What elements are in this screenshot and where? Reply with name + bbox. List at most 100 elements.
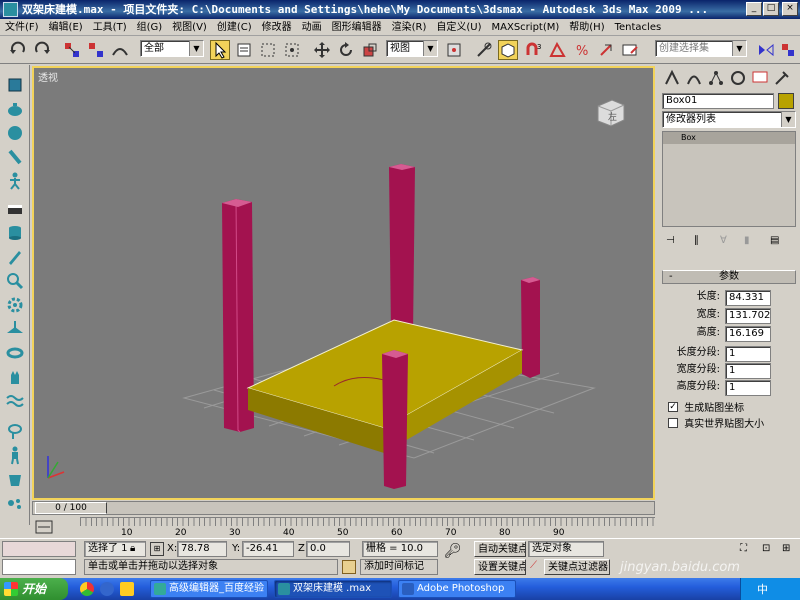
pin-stack-icon[interactable]: ⊣ — [666, 235, 682, 249]
plane-icon[interactable] — [5, 319, 25, 339]
menu-rendering[interactable]: 渲染(R) — [387, 19, 432, 35]
show-end-result-icon[interactable]: ∥ — [694, 235, 710, 249]
menu-edit[interactable]: 编辑(E) — [44, 19, 88, 35]
start-button[interactable]: 开始 — [0, 578, 68, 600]
configure-modifier-sets-icon[interactable]: ▤ — [770, 235, 786, 249]
hand-icon[interactable] — [5, 367, 25, 387]
move-icon[interactable] — [312, 40, 332, 60]
app-icon[interactable] — [3, 2, 18, 17]
open-mini-curve-editor-icon[interactable] — [34, 518, 54, 536]
x-coord-field[interactable]: 78.78 — [177, 541, 227, 557]
zoom-extents-icon[interactable]: ⛶ — [740, 543, 756, 557]
maxscript-mini-field[interactable] — [2, 559, 76, 575]
height-segments-field[interactable]: 1▲▼ — [725, 380, 771, 396]
particles-icon[interactable] — [5, 493, 25, 513]
lasso-icon[interactable] — [5, 421, 25, 441]
minimize-button[interactable]: _ — [746, 2, 762, 16]
menu-views[interactable]: 视图(V) — [167, 19, 212, 35]
modify-tab-icon[interactable] — [684, 68, 704, 88]
chrome-icon[interactable] — [80, 582, 94, 596]
named-selection-sets-field[interactable]: 创建选择集 ▼ — [655, 40, 747, 57]
window-crossing-icon[interactable] — [282, 40, 302, 60]
make-unique-icon[interactable]: ∀ — [720, 235, 736, 249]
character-icon[interactable] — [5, 445, 25, 465]
checkbox-checked-icon[interactable]: ✓ — [668, 401, 678, 412]
menu-animation[interactable]: 动画 — [297, 19, 327, 35]
stack-item-box[interactable]: Box — [663, 132, 795, 144]
menu-help[interactable]: 帮助(H) — [564, 19, 609, 35]
selection-filter-dropdown[interactable]: 全部 ▼ — [140, 40, 204, 57]
display-tab-icon[interactable] — [750, 68, 770, 88]
set-key-button[interactable]: 设置关键点 — [474, 559, 526, 575]
lock-icon[interactable]: 🔒︎ — [130, 543, 135, 554]
z-coord-field[interactable]: 0.0 — [306, 541, 350, 557]
undo-icon[interactable] — [8, 40, 28, 60]
modifier-list-dropdown[interactable]: 修改器列表 ▼ — [662, 111, 796, 128]
menu-group[interactable]: 组(G) — [132, 19, 168, 35]
track-bar[interactable]: 10 20 30 40 50 60 70 80 90 — [80, 517, 655, 538]
key-icon[interactable]: 🔑︎ — [444, 543, 470, 573]
maximize-button[interactable]: □ — [763, 2, 779, 16]
select-by-name-icon[interactable] — [234, 40, 254, 60]
width-field[interactable]: 131.702▲▼ — [725, 308, 771, 324]
hierarchy-tab-icon[interactable] — [706, 68, 726, 88]
create-geometry-icon[interactable] — [5, 75, 25, 95]
menu-tentacles[interactable]: Tentacles — [610, 19, 667, 35]
maximize-viewport-icon[interactable]: ⊞ — [782, 543, 798, 557]
create-tab-icon[interactable] — [662, 68, 682, 88]
utilities-tab-icon[interactable] — [772, 68, 792, 88]
sphere-icon[interactable] — [5, 123, 25, 143]
key-filters-icon[interactable]: ⟋ — [530, 560, 537, 571]
torus-icon[interactable] — [5, 343, 25, 363]
teapot-icon[interactable] — [5, 99, 25, 119]
close-button[interactable]: × — [782, 2, 798, 16]
task-photoshop[interactable]: Adobe Photoshop — [398, 580, 516, 598]
key-filter-selection-dropdown[interactable]: 选定对象 — [528, 541, 604, 557]
task-3dsmax[interactable]: 双架床建模 .max — [274, 580, 392, 598]
menu-tools[interactable]: 工具(T) — [88, 19, 132, 35]
length-field[interactable]: 84.331▲▼ — [725, 290, 771, 306]
spinner-snap-icon[interactable] — [596, 40, 616, 60]
modifier-stack[interactable]: Box — [662, 131, 796, 227]
menu-customize[interactable]: 自定义(U) — [431, 19, 486, 35]
percent-snap-icon[interactable]: % — [572, 40, 592, 60]
align-icon[interactable] — [778, 40, 798, 60]
real-world-map-size-checkbox[interactable]: 真实世界贴图大小 — [668, 415, 798, 430]
keyboard-shortcut-override-icon[interactable] — [498, 40, 518, 60]
add-time-tag-button[interactable]: 添加时间标记 — [360, 559, 438, 575]
mirror-icon[interactable] — [756, 40, 776, 60]
width-segments-field[interactable]: 1▲▼ — [725, 363, 771, 379]
reference-coordinate-dropdown[interactable]: 视图 ▼ — [386, 40, 438, 57]
redo-icon[interactable] — [32, 40, 52, 60]
language-indicator[interactable]: 中 — [757, 581, 768, 597]
bucket-icon[interactable] — [5, 469, 25, 489]
pivot-center-icon[interactable] — [444, 40, 464, 60]
motion-tab-icon[interactable] — [728, 68, 748, 88]
snaps-toggle-icon[interactable]: 3 — [524, 40, 544, 60]
checkbox-unchecked-icon[interactable] — [668, 417, 678, 428]
time-slider-thumb[interactable]: 0 / 100 — [35, 502, 107, 514]
bind-space-warp-icon[interactable] — [110, 40, 130, 60]
scale-icon[interactable] — [360, 40, 380, 60]
zoom-all-icon[interactable]: ⊡ — [762, 543, 778, 557]
remove-modifier-icon[interactable]: ▮ — [744, 235, 760, 249]
select-object-icon[interactable] — [210, 40, 230, 60]
generate-mapping-coords-checkbox[interactable]: ✓ 生成贴图坐标 — [668, 399, 788, 414]
y-coord-field[interactable]: -26.41 — [242, 541, 294, 557]
cylinder-icon[interactable] — [5, 223, 25, 243]
menu-graph-editors[interactable]: 图形编辑器 — [327, 19, 387, 35]
link-icon[interactable] — [62, 40, 82, 60]
search-icon[interactable] — [5, 271, 25, 291]
menu-modifiers[interactable]: 修改器 — [257, 19, 297, 35]
object-color-swatch[interactable] — [778, 93, 794, 109]
angle-snap-icon[interactable] — [548, 40, 568, 60]
edit-named-selection-icon[interactable] — [620, 40, 640, 60]
select-and-manipulate-icon[interactable] — [474, 40, 494, 60]
length-segments-field[interactable]: 1▲▼ — [725, 346, 771, 362]
rectangle-selection-icon[interactable] — [258, 40, 278, 60]
gear-icon[interactable] — [5, 295, 25, 315]
auto-key-button[interactable]: 自动关键点 — [474, 541, 526, 557]
box-primitive-icon[interactable] — [5, 199, 25, 219]
key-filters-button[interactable]: 关键点过滤器... — [544, 559, 610, 575]
menu-create[interactable]: 创建(C) — [212, 19, 257, 35]
